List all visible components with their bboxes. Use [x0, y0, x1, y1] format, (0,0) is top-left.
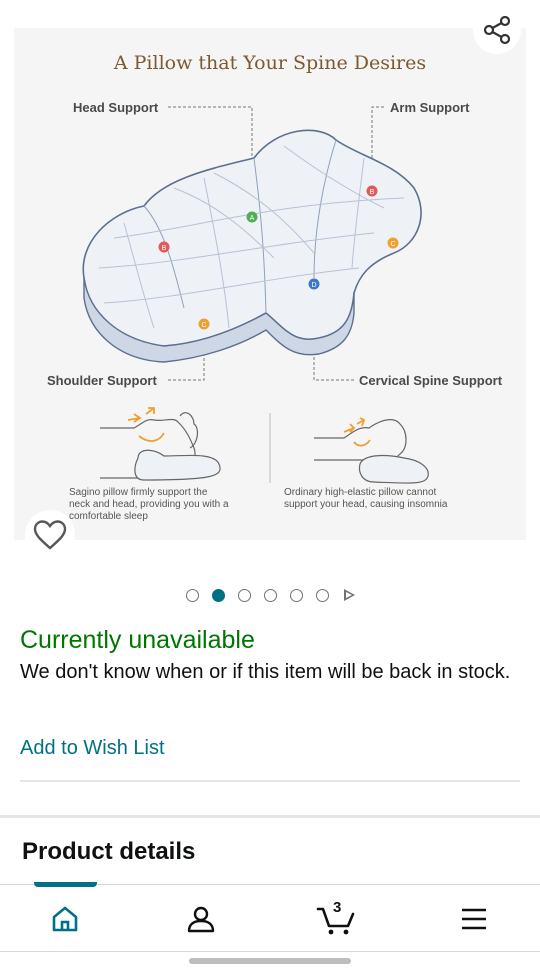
- svg-text:C: C: [201, 322, 206, 329]
- share-button[interactable]: [473, 6, 521, 54]
- nav-home[interactable]: [43, 899, 87, 939]
- stock-message: We don't know when or if this item will …: [20, 661, 511, 683]
- marker-c-right: C: [387, 237, 399, 249]
- caption-left-3: comfortable sleep: [69, 511, 148, 522]
- marker-b-left: B: [158, 241, 170, 253]
- active-tab-indicator: [34, 882, 97, 887]
- svg-text:B: B: [370, 189, 375, 196]
- head-support-label: Head Support: [73, 100, 159, 115]
- marker-c-left: C: [198, 318, 210, 330]
- carousel-dot[interactable]: [315, 588, 329, 602]
- carousel-dot-active[interactable]: [211, 588, 225, 602]
- nav-menu[interactable]: [452, 899, 496, 939]
- ordinary-pillow-sketch: [314, 417, 429, 484]
- pillow-infographic: A Pillow that Your Spine Desires Head Su…: [47, 52, 503, 522]
- nav-cart[interactable]: 3: [314, 899, 358, 939]
- account-icon: [187, 906, 215, 933]
- svg-text:A: A: [250, 215, 255, 222]
- product-page: A Pillow that Your Spine Desires Head Su…: [0, 0, 540, 972]
- good-pillow-sketch: [100, 407, 221, 481]
- cervical-support-label: Cervical Spine Support: [359, 373, 503, 388]
- carousel-dot[interactable]: [185, 588, 199, 602]
- caption-left-1: Sagino pillow firmly support the: [69, 487, 208, 498]
- wishlist-heart-button[interactable]: [25, 510, 75, 560]
- product-details-heading[interactable]: Product details: [22, 838, 195, 866]
- marker-d: D: [308, 278, 320, 290]
- bottom-nav-bar: 3: [0, 882, 540, 952]
- section-divider: [0, 815, 540, 818]
- svg-text:C: C: [390, 241, 395, 248]
- svg-text:D: D: [311, 282, 316, 289]
- infographic-title: A Pillow that Your Spine Desires: [113, 52, 426, 74]
- heart-icon: [33, 520, 67, 550]
- availability-status: Currently unavailable: [20, 626, 255, 654]
- carousel-dot[interactable]: [237, 588, 251, 602]
- system-home-indicator[interactable]: [189, 958, 351, 964]
- caption-right-2: support your head, causing insomnia: [284, 499, 448, 510]
- share-icon: [483, 15, 511, 45]
- caption-left-2: neck and head, providing you with a: [69, 499, 229, 510]
- nav-account[interactable]: [179, 899, 223, 939]
- product-image[interactable]: A Pillow that Your Spine Desires Head Su…: [14, 28, 526, 540]
- add-to-wish-list-link[interactable]: Add to Wish List: [20, 737, 165, 760]
- menu-icon: [462, 908, 486, 930]
- caption-right-1: Ordinary high-elastic pillow cannot: [284, 487, 437, 498]
- pillow-illustration: [82, 129, 422, 363]
- svg-text:B: B: [162, 245, 167, 252]
- play-icon[interactable]: [343, 589, 355, 601]
- carousel-dot[interactable]: [289, 588, 303, 602]
- marker-b-right: B: [366, 185, 378, 197]
- shoulder-support-label: Shoulder Support: [47, 373, 157, 388]
- home-icon: [52, 906, 78, 932]
- cart-count-badge: 3: [333, 899, 342, 916]
- divider: [20, 780, 520, 782]
- image-carousel-dots: [0, 586, 540, 604]
- arm-support-label: Arm Support: [390, 100, 470, 115]
- carousel-dot[interactable]: [263, 588, 277, 602]
- marker-a: A: [246, 211, 258, 223]
